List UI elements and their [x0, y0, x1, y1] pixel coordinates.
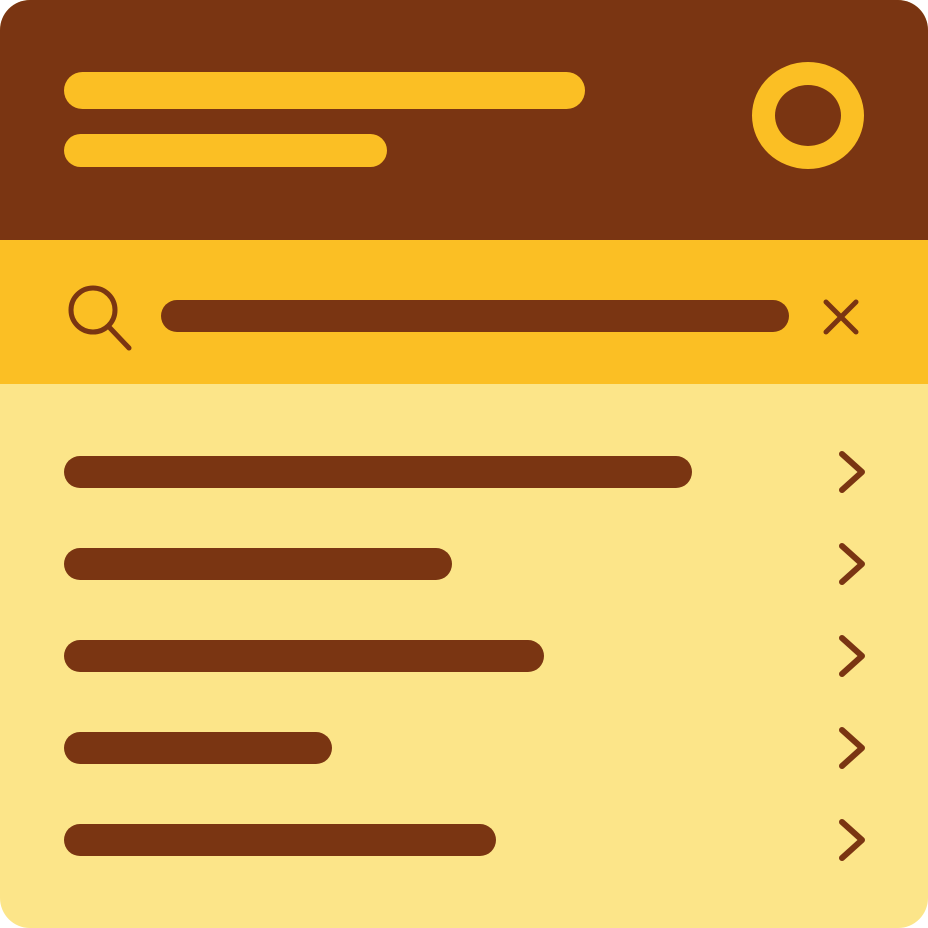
list-item-label	[64, 548, 65, 549]
chevron-right-icon[interactable]	[834, 450, 870, 494]
list-item[interactable]	[0, 426, 928, 518]
list-item-label	[64, 456, 65, 457]
chevron-right-icon[interactable]	[834, 634, 870, 678]
close-icon[interactable]	[820, 296, 862, 338]
search-input[interactable]	[161, 300, 789, 332]
list-item-label-placeholder	[64, 548, 452, 580]
list-item-label-placeholder	[64, 824, 496, 856]
header-subtitle-placeholder	[64, 134, 387, 167]
list-item[interactable]	[0, 610, 928, 702]
chevron-right-icon[interactable]	[834, 542, 870, 586]
list-item-label	[64, 640, 65, 641]
chevron-right-icon[interactable]	[834, 818, 870, 862]
list-item-label-placeholder	[64, 456, 692, 488]
header-title	[64, 72, 65, 73]
list-item-label-placeholder	[64, 732, 332, 764]
list-item-label	[64, 824, 65, 825]
list-item[interactable]	[0, 794, 928, 886]
app-window	[0, 0, 928, 928]
header-title-placeholder	[64, 72, 585, 109]
avatar-ring-icon[interactable]	[752, 62, 864, 169]
list-item[interactable]	[0, 518, 928, 610]
search-icon[interactable]	[60, 282, 134, 354]
chevron-right-icon[interactable]	[834, 726, 870, 770]
results-list	[0, 384, 928, 928]
list-item-label-placeholder	[64, 640, 544, 672]
header	[0, 0, 928, 240]
list-item-label	[64, 732, 65, 733]
header-subtitle	[64, 134, 65, 135]
list-item[interactable]	[0, 702, 928, 794]
